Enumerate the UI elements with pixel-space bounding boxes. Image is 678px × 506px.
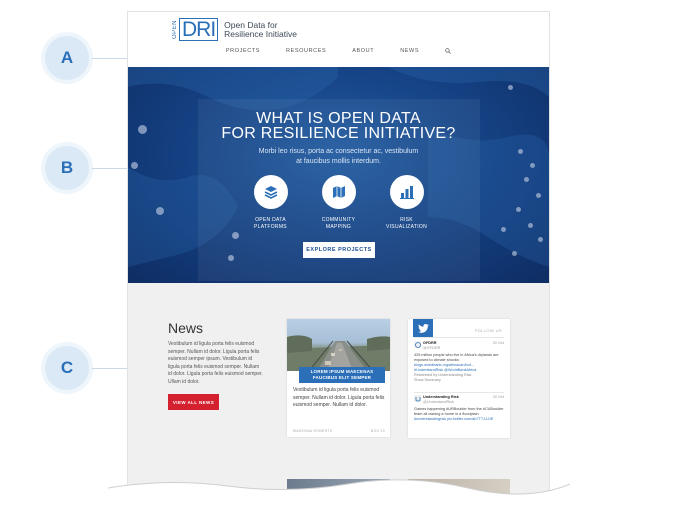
logo-wordmark: Open Data for Resilience Initiative [224,20,297,39]
feature-label-line: VISUALIZATION [385,224,428,230]
tweet-date: 20 Oct [492,341,504,345]
nav-news[interactable]: NEWS [400,48,419,56]
news-intro-text: Vestibulum id ligula porta felis euismod… [168,341,263,385]
hero-subtitle: Morbi leo risus, porta ac consectetur ac… [128,147,549,167]
tweet-handle[interactable]: @UnderstandRisk [423,400,504,405]
feature-label: COMMUNITY MAPPING [322,217,356,231]
tweet-link[interactable]: #understandingrisk pic.twitter.com/ab7TT… [414,417,504,422]
twitter-widget: FOLLOW US GFDRR @GFDRR 20 Oct 425 millio… [408,319,510,438]
hero-subtitle-line-1: Morbi leo risus, porta ac consectetur ac… [258,148,419,155]
layers-icon [253,175,288,209]
feature-list: OPEN DATA PLATFORMS COMMUNITY MAPPING RI… [128,175,549,231]
avatar [414,341,421,348]
card-headline-line-2: FAUCIBUS ELIT SEMPER [312,375,372,380]
feature-risk-visualization[interactable]: RISK VISUALIZATION [386,175,427,231]
hero-section: WHAT IS OPEN DATA FOR RESILIENCE INITIAT… [128,67,549,283]
callout-label: B [60,158,74,177]
feature-label: OPEN DATA PLATFORMS [254,217,287,231]
logo-mark: OPEN DRI [172,18,219,41]
logo-open-text: OPEN [172,19,178,39]
callout-a: A [45,36,89,80]
map-dot [512,251,517,256]
card-author: MAKENNA ROBERTS [293,429,333,433]
tweet: GFDRR @GFDRR 20 Oct 425 million people w… [414,341,504,383]
show-summary-link[interactable]: Show Summary [414,378,504,383]
card-headline[interactable]: LOREM IPSUM MAECENAS FAUCIBUS ELIT SEMPE… [299,367,385,383]
feature-label-line: OPEN DATA [255,217,286,223]
hero-title: WHAT IS OPEN DATA FOR RESILIENCE INITIAT… [128,110,549,142]
callout-label: A [60,48,74,67]
hero-title-line-1: WHAT IS OPEN DATA [256,110,421,127]
map-dot [508,85,513,90]
explore-projects-button[interactable]: EXPLORE PROJECTS [303,242,375,258]
map-dot [538,237,543,242]
feature-label-line: COMMUNITY [321,217,356,223]
bar-chart-icon [389,175,424,209]
feature-label: RISK VISUALIZATION [386,217,427,231]
view-all-news-button[interactable]: VIEW ALL NEWS [168,394,219,410]
news-heading: News [168,320,204,336]
website-mockup: OPEN DRI Open Data for Resilience Initia… [128,12,549,494]
callout-b-line [92,168,128,169]
card-footer: MAKENNA ROBERTS NOV 10 [293,429,385,433]
hero-subtitle-line-2: at faucibus mollis interdum. [296,158,381,165]
feature-open-data-platforms[interactable]: OPEN DATA PLATFORMS [253,175,289,231]
news-card[interactable]: LOREM IPSUM MAECENAS FAUCIBUS ELIT SEMPE… [287,319,390,437]
bridge-photo [287,319,390,371]
divider [414,392,504,393]
nav-about[interactable]: ABOUT [352,48,374,56]
nav-resources[interactable]: RESOURCES [286,48,326,56]
divider [414,337,504,338]
callout-c: C [45,346,89,390]
main-nav: PROJECTS RESOURCES ABOUT NEWS [128,48,549,56]
tweet: Understanding Risk @UnderstandRisk 20 Oc… [414,395,504,422]
follow-us-link[interactable]: FOLLOW US [475,328,502,333]
tweet-handle[interactable]: @GFDRR [423,346,504,351]
logo-line-2: Resilience Initiative [224,28,297,39]
tweet-link[interactable]: blogs.worldbank.org/africacan/but... #Un… [414,363,504,373]
tweet-text: 425 million people who live in Africa's … [414,353,499,362]
torn-edge [108,479,570,506]
tweet-text: Games happening #URBoulder from the #CUB… [414,407,504,416]
news-section: News Vestibulum id ligula porta felis eu… [128,283,549,494]
callout-c-line [92,368,128,369]
card-excerpt: Vestibulum id ligula porta felis euismod… [293,387,385,408]
nav-projects[interactable]: PROJECTS [226,48,260,56]
logo-dri-text: DRI [179,18,219,41]
hero-title-line-2: FOR RESILIENCE INITIATIVE? [221,125,456,142]
map-icon [321,175,356,209]
callout-a-line [92,58,128,59]
avatar [414,395,421,402]
search-icon[interactable] [445,48,451,56]
feature-community-mapping[interactable]: COMMUNITY MAPPING [321,175,357,231]
feature-label-line: PLATFORMS [254,224,287,230]
twitter-icon[interactable] [413,319,433,337]
site-header: OPEN DRI Open Data for Resilience Initia… [128,12,549,68]
callout-b: B [45,146,89,190]
feature-label-line: RISK [400,217,413,223]
card-date: NOV 10 [370,429,385,433]
feature-label-line: MAPPING [325,224,352,230]
site-logo[interactable]: OPEN DRI Open Data for Resilience Initia… [172,18,297,41]
tweet-date: 20 Oct [492,395,504,399]
callout-label: C [60,358,74,377]
